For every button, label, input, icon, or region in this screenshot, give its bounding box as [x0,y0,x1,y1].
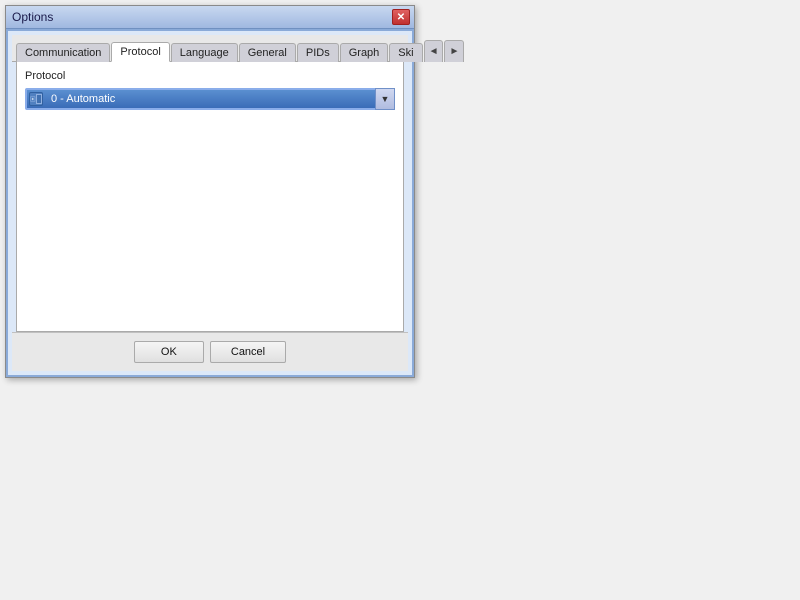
tab-content: Protocol 0 - Automatic ▼ [16,62,404,332]
protocol-section-label: Protocol [25,70,395,82]
window-title: Options [10,10,53,24]
tab-scroll-back[interactable]: ◄ [424,40,444,62]
tab-scroll-forward[interactable]: ► [444,40,464,62]
tabs-bar: Communication Protocol Language General … [12,35,408,62]
cancel-button[interactable]: Cancel [210,341,286,363]
bottom-bar: OK Cancel [12,332,408,371]
tab-protocol[interactable]: Protocol [111,42,169,62]
tab-language[interactable]: Language [171,43,238,62]
tab-pids[interactable]: PIDs [297,43,339,62]
title-bar: Options ✕ [6,6,414,29]
close-button[interactable]: ✕ [392,9,410,25]
protocol-dropdown[interactable]: 0 - Automatic [25,88,395,110]
dropdown-selected-value: 0 - Automatic [51,93,115,105]
options-window: Options ✕ Communication Protocol Languag… [5,5,415,378]
protocol-dropdown-wrapper[interactable]: 0 - Automatic ▼ [25,88,395,110]
tab-communication[interactable]: Communication [16,43,110,62]
tab-ski[interactable]: Ski [389,43,422,62]
tab-general[interactable]: General [239,43,296,62]
ok-button[interactable]: OK [134,341,204,363]
tab-graph[interactable]: Graph [340,43,389,62]
